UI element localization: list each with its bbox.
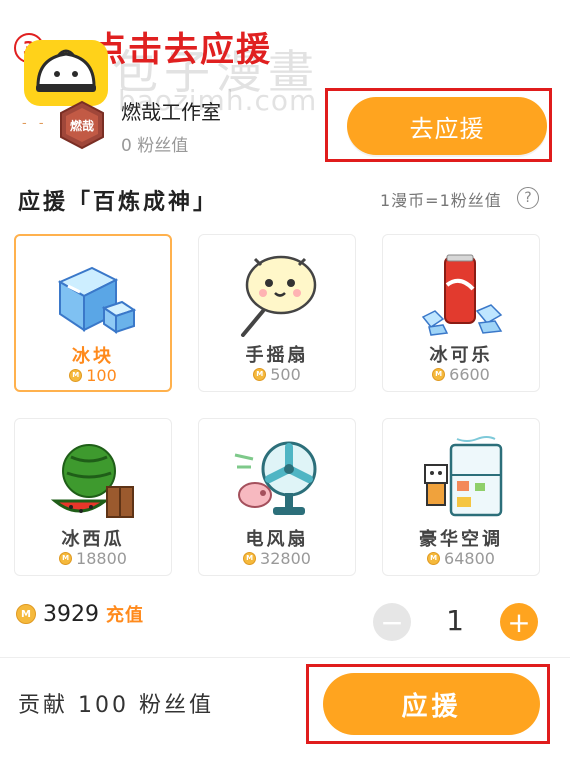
electric-fan-icon: [234, 441, 317, 515]
studio-fan-count: 0 粉丝值: [121, 136, 189, 156]
gift-price-value: 32800: [260, 549, 311, 568]
bun-logo-icon: [24, 40, 108, 106]
studio-avatar-text: 燃哉: [70, 118, 94, 133]
divider: [0, 657, 570, 658]
section-title: 应援「百炼成神」: [18, 190, 219, 215]
highlight-box-go-support: [325, 88, 552, 162]
coin-icon: M: [59, 552, 73, 565]
gift-card-watermelon[interactable]: 冰西瓜 M 18800: [14, 418, 172, 576]
gift-price: M 500: [199, 365, 355, 384]
watermelon-icon: [50, 444, 134, 518]
coin-icon: M: [69, 369, 83, 382]
balance-amount: 3929: [43, 601, 99, 627]
gift-price: M 6600: [383, 365, 539, 384]
coin-icon: M: [243, 552, 257, 565]
gift-card-hand-fan[interactable]: 手摇扇 M 500: [198, 234, 356, 392]
gift-price: M 100: [16, 366, 170, 385]
hand-fan-icon: [241, 255, 317, 337]
gift-price-value: 500: [270, 365, 301, 384]
quantity-value: 1: [446, 604, 464, 637]
contribution-text: 贡献 100 粉丝值: [18, 693, 214, 718]
quantity-decrease-button[interactable]: −: [373, 603, 411, 641]
gift-price: M 64800: [383, 549, 539, 568]
gift-card-ice-cube[interactable]: 冰块 M 100: [14, 234, 172, 392]
gift-name: 电风扇: [245, 529, 309, 550]
quantity-increase-button[interactable]: +: [500, 603, 538, 641]
coin-icon: M: [253, 368, 267, 381]
coin-icon: M: [427, 552, 441, 565]
gift-price-value: 100: [86, 366, 117, 385]
gift-price-value: 18800: [76, 549, 127, 568]
studio-avatar: 燃哉: [60, 100, 104, 150]
studio-name: 燃哉工作室: [121, 100, 221, 124]
luxury-ac-icon: [424, 436, 503, 517]
gift-name: 豪华空调: [419, 529, 503, 550]
ice-cube-icon: [57, 266, 137, 334]
coin-icon: M: [432, 368, 446, 381]
gift-price: M 32800: [199, 549, 355, 568]
instruction-text: 点击去应援: [92, 30, 272, 70]
recharge-link[interactable]: 充值: [106, 601, 144, 627]
gift-card-luxury-ac[interactable]: 豪华空调 M 64800: [382, 418, 540, 576]
help-icon[interactable]: ?: [517, 187, 539, 209]
gift-price-value: 6600: [449, 365, 490, 384]
gift-name: 冰块: [72, 346, 114, 367]
gift-price: M 18800: [15, 549, 171, 568]
gift-name: 冰西瓜: [61, 529, 125, 550]
iced-cola-icon: [421, 254, 503, 336]
gift-price-value: 64800: [444, 549, 495, 568]
decorative-dashes: - -: [22, 116, 48, 131]
exchange-rate-text: 1漫币=1粉丝值: [380, 191, 502, 210]
coin-balance: M 3929 充值: [16, 601, 144, 627]
gift-card-iced-cola[interactable]: 冰可乐 M 6600: [382, 234, 540, 392]
highlight-box-support: [306, 664, 550, 744]
gift-name: 手摇扇: [245, 345, 309, 366]
coin-icon: M: [16, 604, 36, 624]
gift-name: 冰可乐: [429, 345, 493, 366]
gift-card-electric-fan[interactable]: 电风扇 M 32800: [198, 418, 356, 576]
